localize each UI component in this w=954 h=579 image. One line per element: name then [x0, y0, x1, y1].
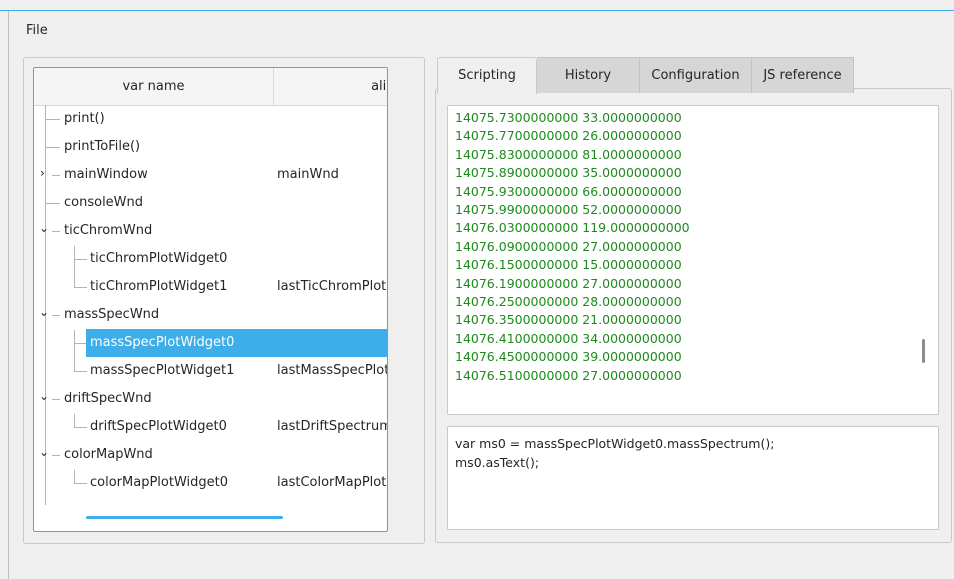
tree-row-mass-spec-wnd[interactable]: ⌄ massSpecWnd	[34, 301, 387, 329]
tab-js-reference[interactable]: JS reference	[752, 57, 854, 93]
tree-branch-line	[52, 315, 60, 316]
window-left-border	[8, 11, 9, 579]
tree-branch-line	[52, 231, 60, 232]
output-line: 14076.1900000000 27.0000000000	[455, 275, 682, 291]
output-line: 14075.9900000000 52.0000000000	[455, 202, 682, 218]
tree-branch-line	[52, 455, 60, 456]
script-output[interactable]: 14075.7300000000 33.0000000000 14075.770…	[447, 105, 939, 415]
column-header-var-name[interactable]: var name	[34, 68, 274, 105]
tree-item-label: ticChromPlotWidget1	[90, 279, 228, 294]
tree-row-drift-spec-plot-widget0[interactable]: driftSpecPlotWidget0 lastDriftSpectrum	[34, 413, 387, 441]
tree-item-label: ticChromPlotWidget0	[90, 251, 228, 266]
tree-row-print[interactable]: print()	[34, 105, 387, 133]
tree-item-label: ticChromWnd	[64, 223, 153, 238]
chevron-down-icon[interactable]: ⌄	[39, 389, 49, 403]
chevron-right-icon[interactable]: ›	[40, 166, 45, 180]
tab-configuration[interactable]: Configuration	[640, 57, 752, 93]
tree-row-mass-spec-plot-widget0[interactable]: massSpecPlotWidget0	[34, 329, 387, 357]
tree-branch-line	[75, 371, 87, 372]
tree-row-tic-chrom-wnd[interactable]: ⌄ ticChromWnd	[34, 217, 387, 245]
output-line: 14076.1500000000 15.0000000000	[455, 257, 682, 273]
tab-history[interactable]: History	[537, 57, 640, 93]
chevron-down-icon[interactable]: ⌄	[39, 221, 49, 235]
output-line: 14076.0300000000 119.0000000000	[455, 220, 690, 236]
tree-row-tic-chrom-plot-widget0[interactable]: ticChromPlotWidget0	[34, 245, 387, 273]
output-line: 14076.5100000000 27.0000000000	[455, 367, 682, 383]
variables-tree[interactable]: var name alias print() printToFile() › m…	[33, 67, 388, 532]
output-line: 14076.0900000000 27.0000000000	[455, 238, 682, 254]
tree-row-console-wnd[interactable]: consoleWnd	[34, 189, 387, 217]
tree-item-alias: lastColorMapPlot	[277, 475, 387, 490]
tree-row-color-map-plot-widget0[interactable]: colorMapPlotWidget0 lastColorMapPlot	[34, 469, 387, 497]
tab-scripting[interactable]: Scripting	[437, 57, 537, 94]
tree-item-label: print()	[64, 111, 105, 126]
tree-item-alias: mainWnd	[277, 167, 339, 182]
tree-branch-line	[46, 203, 60, 204]
output-scrollbar[interactable]	[922, 339, 925, 363]
tree-item-label: driftSpecPlotWidget0	[90, 419, 227, 434]
tree-row-drift-spec-wnd[interactable]: ⌄ driftSpecWnd	[34, 385, 387, 413]
column-header-alias[interactable]: alias	[274, 68, 387, 105]
tree-branch-line	[46, 119, 60, 120]
tree-item-label: massSpecWnd	[64, 307, 160, 322]
tree-branch-line	[52, 175, 60, 176]
output-line: 14075.7300000000 33.0000000000	[455, 110, 682, 125]
tree-branch-line	[46, 147, 60, 148]
tree-row-mass-spec-plot-widget1[interactable]: massSpecPlotWidget1 lastMassSpecPlot	[34, 357, 387, 385]
tree-branch-line	[52, 399, 60, 400]
tree-row-color-map-wnd[interactable]: ⌄ colorMapWnd	[34, 441, 387, 469]
editor-line: ms0.asText();	[455, 455, 540, 470]
tree-branch-line	[75, 343, 86, 344]
output-lines: 14075.7300000000 33.0000000000 14075.770…	[455, 109, 690, 385]
output-line: 14076.2500000000 28.0000000000	[455, 294, 682, 310]
tree-row-main-window[interactable]: › mainWindow mainWnd	[34, 161, 387, 189]
tree-item-label: driftSpecWnd	[64, 391, 152, 406]
tree-branch-line	[75, 483, 87, 484]
tree-horizontal-scrollbar[interactable]	[86, 516, 283, 519]
editor-line: var ms0 = massSpecPlotWidget0.massSpectr…	[455, 436, 775, 451]
chevron-down-icon[interactable]: ⌄	[39, 445, 49, 459]
tree-item-alias: lastTicChromPlot	[277, 279, 387, 294]
output-line: 14075.8300000000 81.0000000000	[455, 146, 682, 162]
tree-branch-line	[75, 259, 87, 260]
editor-lines: var ms0 = massSpecPlotWidget0.massSpectr…	[455, 434, 774, 472]
output-line: 14076.4500000000 39.0000000000	[455, 349, 682, 365]
output-line: 14075.7700000000 26.0000000000	[455, 128, 682, 144]
tree-item-label: mainWindow	[64, 167, 148, 182]
tree-item-label: massSpecPlotWidget1	[90, 363, 235, 378]
output-line: 14075.8900000000 35.0000000000	[455, 165, 682, 181]
tree-item-alias: lastMassSpecPlot	[277, 363, 388, 378]
output-line: 14075.9300000000 66.0000000000	[455, 183, 682, 199]
script-editor[interactable]: var ms0 = massSpecPlotWidget0.massSpectr…	[447, 426, 939, 530]
tree-item-label: massSpecPlotWidget0	[90, 335, 235, 350]
chevron-down-icon[interactable]: ⌄	[39, 305, 49, 319]
menubar: File	[9, 11, 954, 51]
tree-item-label: colorMapWnd	[64, 447, 153, 462]
column-header-alias-label: alias	[371, 79, 387, 94]
tree-item-label: consoleWnd	[64, 195, 144, 210]
tree-row-print-to-file[interactable]: printToFile()	[34, 133, 387, 161]
tree-item-label: printToFile()	[64, 139, 141, 154]
output-line: 14076.4100000000 34.0000000000	[455, 330, 682, 346]
menu-file[interactable]: File	[26, 23, 48, 38]
tree-row-tic-chrom-plot-widget1[interactable]: ticChromPlotWidget1 lastTicChromPlot	[34, 273, 387, 301]
output-line: 14076.3500000000 21.0000000000	[455, 312, 682, 328]
tree-branch-line	[75, 287, 87, 288]
tree-header: var name alias	[34, 68, 387, 106]
tree-item-alias: lastDriftSpectrum	[277, 419, 388, 434]
tree-item-label: colorMapPlotWidget0	[90, 475, 228, 490]
tree-branch-line	[75, 427, 87, 428]
